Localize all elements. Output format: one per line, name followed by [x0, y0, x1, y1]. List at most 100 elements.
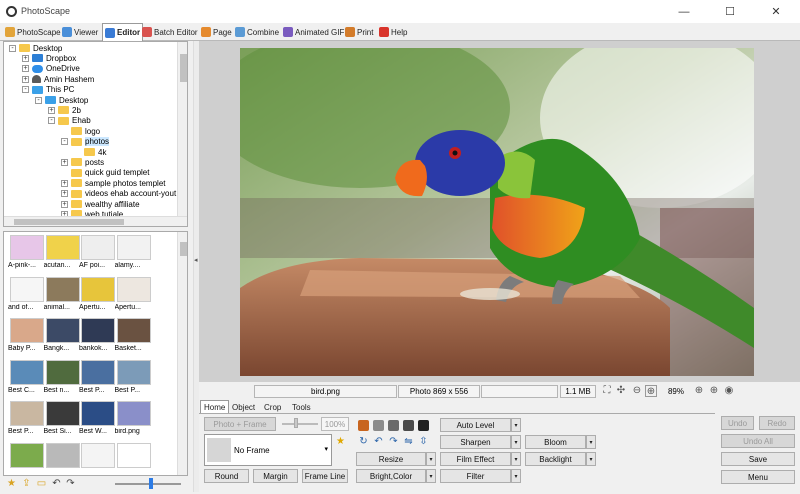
folder-up-icon[interactable]: ⇪: [21, 478, 32, 489]
panel-tab-home[interactable]: Home: [200, 400, 230, 414]
opacity-slider-knob[interactable]: [294, 418, 298, 428]
bird-photo[interactable]: [240, 48, 754, 376]
tree-item[interactable]: logo: [61, 126, 100, 136]
save-button[interactable]: Save: [721, 452, 795, 466]
expand-icon[interactable]: +: [61, 179, 68, 187]
collapse-icon[interactable]: -: [61, 138, 68, 146]
thumbnail-item[interactable]: alamy....: [115, 235, 151, 269]
open-folder-icon[interactable]: ▭: [36, 478, 47, 489]
resize-button[interactable]: Resize: [356, 452, 426, 466]
thumbnail-item[interactable]: Best P...: [79, 359, 115, 394]
thumbnail-item[interactable]: [10, 442, 44, 470]
thumbnail-item[interactable]: [116, 442, 151, 470]
tree-item[interactable]: quick guid templet: [61, 168, 149, 178]
margin-button[interactable]: Margin: [253, 469, 298, 483]
thumbnail-item[interactable]: Basket...: [115, 318, 151, 352]
thumbnail-item[interactable]: Best C...: [8, 359, 44, 394]
minimize-button[interactable]: —: [661, 0, 707, 23]
rotate-left-icon[interactable]: ↶: [51, 478, 62, 489]
photo-frame-button[interactable]: Photo + Frame: [204, 417, 276, 431]
thumbnail-item[interactable]: Best P...: [115, 359, 151, 394]
expand-icon[interactable]: +: [61, 158, 68, 166]
expand-icon[interactable]: +: [22, 65, 29, 73]
star-icon[interactable]: ★: [6, 478, 17, 489]
frame-line-button[interactable]: Frame Line: [302, 469, 348, 483]
expand-icon[interactable]: +: [22, 54, 29, 62]
tab-help[interactable]: Help: [377, 24, 409, 40]
brush-shape-4-icon[interactable]: [403, 420, 414, 431]
thumbnail-item[interactable]: A-pink-...: [8, 235, 44, 269]
zoom-in-plus-icon[interactable]: ⊕: [708, 385, 720, 397]
opacity-field[interactable]: 100%: [321, 417, 349, 431]
tree-item[interactable]: +2b: [48, 105, 81, 115]
thumbnail-item[interactable]: Apertu...: [115, 276, 151, 311]
collapse-icon[interactable]: -: [35, 96, 42, 104]
tree-vertical-scrollbar[interactable]: [177, 42, 187, 216]
thumbnail-item[interactable]: animal...: [44, 276, 80, 311]
thumbnail-item[interactable]: Best P...: [8, 401, 44, 435]
tree-item[interactable]: - photos: [61, 137, 110, 147]
collapse-icon[interactable]: -: [9, 44, 16, 52]
tab-viewer[interactable]: Viewer: [60, 24, 100, 40]
auto-level-dropdown[interactable]: ▾: [511, 418, 521, 432]
bright-color-button[interactable]: Bright,Color: [356, 469, 426, 483]
close-button[interactable]: ✕: [753, 0, 799, 23]
thumbnail-item[interactable]: [81, 442, 115, 470]
thumbnail-item[interactable]: and of...: [8, 276, 44, 311]
brush-shape-3-icon[interactable]: [388, 420, 399, 431]
actual-size-icon[interactable]: ✣: [615, 385, 627, 397]
filter-button[interactable]: Filter: [440, 469, 511, 483]
thumbnail-item[interactable]: Baby P...: [8, 318, 44, 352]
thumbnail-item[interactable]: bankok...: [79, 318, 115, 352]
zoom-out-icon[interactable]: ⊖: [631, 385, 643, 397]
info-circle-icon[interactable]: ◉: [723, 385, 735, 397]
thumbnail-item[interactable]: Best n...: [44, 359, 80, 394]
sharpen-dropdown[interactable]: ▾: [511, 435, 521, 449]
maximize-button[interactable]: ☐: [707, 0, 753, 23]
brush-shape-2-icon[interactable]: [373, 420, 384, 431]
frame-select[interactable]: No Frame ▾: [204, 434, 332, 466]
backlight-dropdown[interactable]: ▾: [586, 452, 596, 466]
bright-color-dropdown[interactable]: ▾: [426, 469, 436, 483]
tree-item[interactable]: - Desktop: [35, 95, 88, 105]
tree-item[interactable]: + videos ehab account-yout: [61, 189, 176, 199]
image-canvas[interactable]: [199, 41, 800, 382]
favorite-frame-star-icon[interactable]: ★: [336, 436, 345, 447]
tree-item[interactable]: + posts: [61, 157, 104, 167]
thumbnail-item[interactable]: Bangk...: [44, 318, 80, 352]
menu-button[interactable]: Menu: [721, 470, 795, 484]
resize-dropdown[interactable]: ▾: [426, 452, 436, 466]
redo-button[interactable]: Redo: [759, 416, 795, 430]
expand-icon[interactable]: +: [61, 190, 68, 198]
round-button[interactable]: Round: [204, 469, 249, 483]
flip-icon[interactable]: ⇋: [403, 436, 414, 447]
film-effect-dropdown[interactable]: ▾: [511, 452, 521, 466]
undo-button[interactable]: Undo: [721, 416, 754, 430]
thumbnail-item[interactable]: [45, 442, 80, 470]
brush-shape-1-icon[interactable]: [358, 420, 369, 431]
thumbnail-item[interactable]: Apertu...: [79, 276, 115, 311]
collapse-icon[interactable]: -: [22, 86, 29, 94]
tree-item[interactable]: + sample photos templet: [61, 178, 166, 188]
thumbnail-item[interactable]: Best Si...: [44, 401, 80, 435]
tree-item[interactable]: - Ehab: [48, 116, 91, 126]
collapse-arrow-icon[interactable]: ◂: [194, 256, 198, 264]
tree-hscroll-thumb[interactable]: [14, 219, 124, 225]
tree-item[interactable]: + Amin Hashem: [22, 74, 94, 84]
tree-scroll-thumb[interactable]: [180, 54, 187, 82]
tab-photoscape[interactable]: PhotoScape: [3, 24, 63, 40]
auto-level-button[interactable]: Auto Level: [440, 418, 511, 432]
thumbnail-size-knob[interactable]: [149, 478, 153, 489]
thumbnail-item[interactable]: Best W...: [79, 401, 115, 435]
collapse-icon[interactable]: -: [48, 117, 55, 125]
tree-item[interactable]: - Desktop: [9, 43, 62, 53]
backlight-button[interactable]: Backlight: [525, 452, 586, 466]
expand-icon[interactable]: +: [61, 200, 68, 208]
tab-page[interactable]: Page: [199, 24, 234, 40]
brush-shape-5-icon[interactable]: [418, 420, 429, 431]
thumbs-vertical-scrollbar[interactable]: [177, 232, 187, 475]
thumbnail-item[interactable]: AF poi...: [79, 235, 115, 269]
expand-icon[interactable]: +: [22, 75, 29, 83]
tab-print[interactable]: Print: [343, 24, 375, 40]
undo-rotate-icon[interactable]: ↶: [373, 436, 384, 447]
